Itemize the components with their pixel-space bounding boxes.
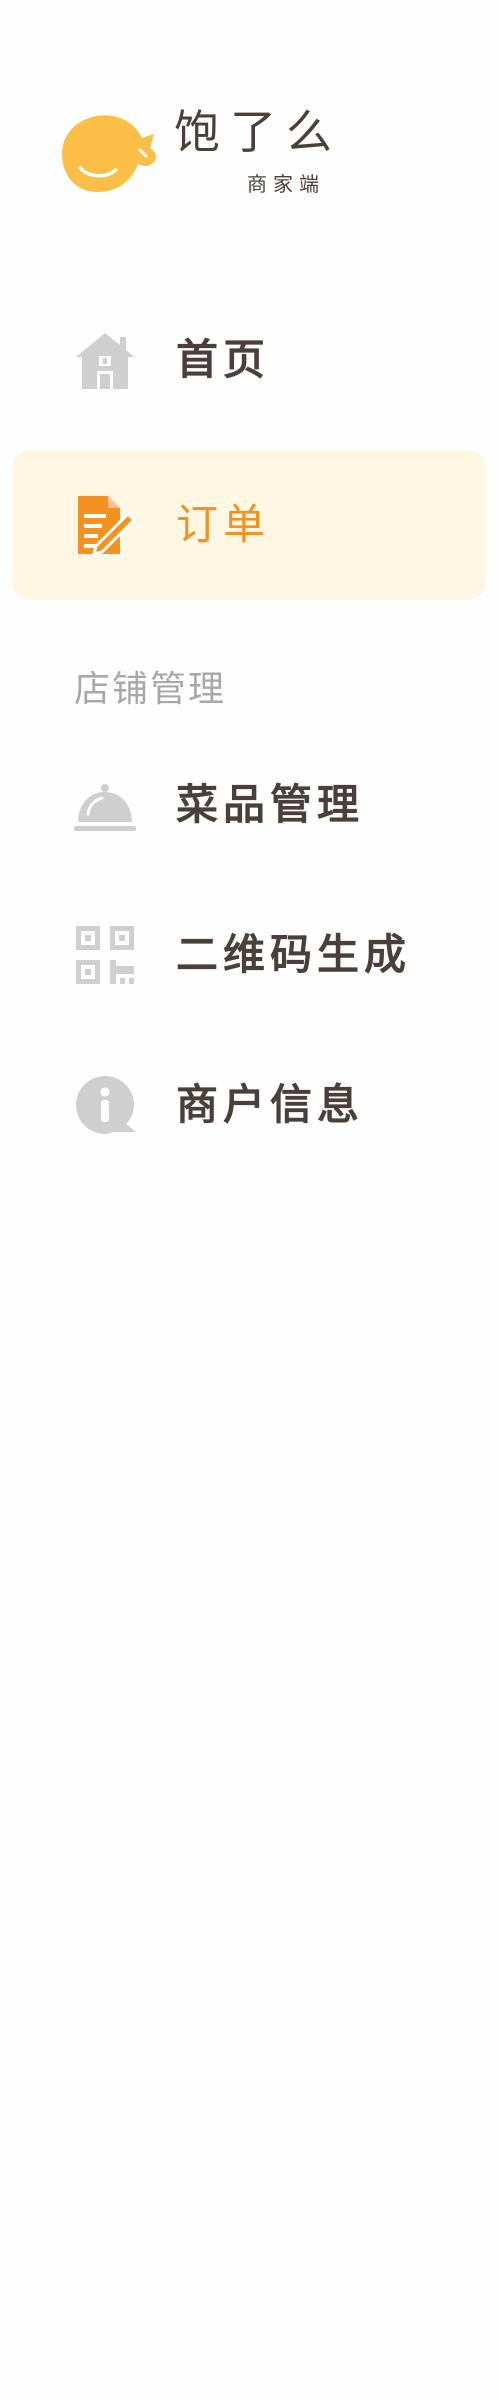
brand-name: 饱了么 xyxy=(174,105,342,159)
brand-subtitle: 商家端 xyxy=(247,172,325,196)
sidebar: 饱了么 商家端 首页 订单 店铺管理 菜品管理 二维码生成 商户信息 xyxy=(0,0,501,2400)
nav-label-qrcode: 二维码生成 xyxy=(176,930,412,979)
brand: 饱了么 商家端 xyxy=(56,100,356,210)
order-edit-icon xyxy=(74,494,136,556)
house-icon xyxy=(74,329,136,391)
nav-item-orders[interactable]: 订单 xyxy=(12,450,486,600)
nav-label-home: 首页 xyxy=(176,335,271,384)
info-bubble-icon xyxy=(74,1074,136,1136)
cat-bowl-logo-icon xyxy=(56,108,160,196)
nav-label-dishes: 菜品管理 xyxy=(176,780,365,829)
nav-label-orders: 订单 xyxy=(176,500,271,549)
cloche-icon xyxy=(74,774,136,836)
nav-label-merchant: 商户信息 xyxy=(176,1080,365,1129)
nav-item-merchant[interactable]: 商户信息 xyxy=(12,1030,486,1180)
qr-code-icon xyxy=(74,924,136,986)
section-heading-store-management: 店铺管理 xyxy=(74,669,227,710)
nav-item-qrcode[interactable]: 二维码生成 xyxy=(12,880,486,1030)
nav-item-dishes[interactable]: 菜品管理 xyxy=(12,730,486,880)
nav-item-home[interactable]: 首页 xyxy=(12,285,486,435)
